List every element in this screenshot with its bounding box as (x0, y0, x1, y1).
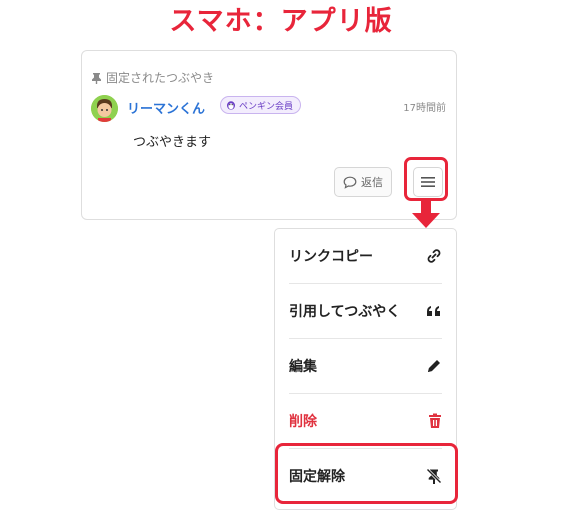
menu-item-label: リンクコピー (289, 249, 373, 265)
menu-item-label: 削除 (289, 414, 317, 430)
link-icon (427, 249, 441, 263)
speech-bubble-icon (343, 176, 357, 189)
pinned-indicator: 固定されたつぶやき (91, 69, 214, 86)
menu-button-highlight (404, 157, 448, 201)
unpin-highlight (275, 443, 458, 504)
menu-item-quote[interactable]: 引用してつぶやく (289, 284, 442, 338)
menu-item-copy-link[interactable]: リンクコピー (289, 229, 442, 283)
menu-item-delete[interactable]: 削除 (289, 394, 442, 448)
avatar[interactable] (91, 95, 118, 122)
arrow-down-icon (412, 201, 440, 228)
pencil-icon (428, 360, 440, 372)
username-link[interactable]: リーマンくん (127, 98, 205, 117)
pinned-label: 固定されたつぶやき (106, 71, 215, 85)
reply-button[interactable]: 返信 (334, 167, 392, 197)
reply-label: 返信 (361, 176, 383, 189)
page-headline: スマホ：アプリ版 (169, 6, 393, 37)
member-badge: ペンギン会員 (220, 96, 302, 114)
badge-label: ペンギン会員 (239, 101, 294, 112)
menu-item-edit[interactable]: 編集 (289, 339, 442, 393)
post-card: 固定されたつぶやき リーマンくん ペンギン会員 17時間前 つぶやきます 返信 (81, 50, 457, 220)
post-time: 17時間前 (403, 103, 446, 114)
pin-icon (92, 72, 101, 84)
quote-icon (427, 306, 440, 316)
menu-item-label: 引用してつぶやく (289, 304, 401, 320)
trash-icon (429, 413, 441, 428)
penguin-icon (227, 101, 235, 110)
menu-item-label: 編集 (289, 359, 317, 375)
post-text: つぶやきます (133, 135, 212, 150)
